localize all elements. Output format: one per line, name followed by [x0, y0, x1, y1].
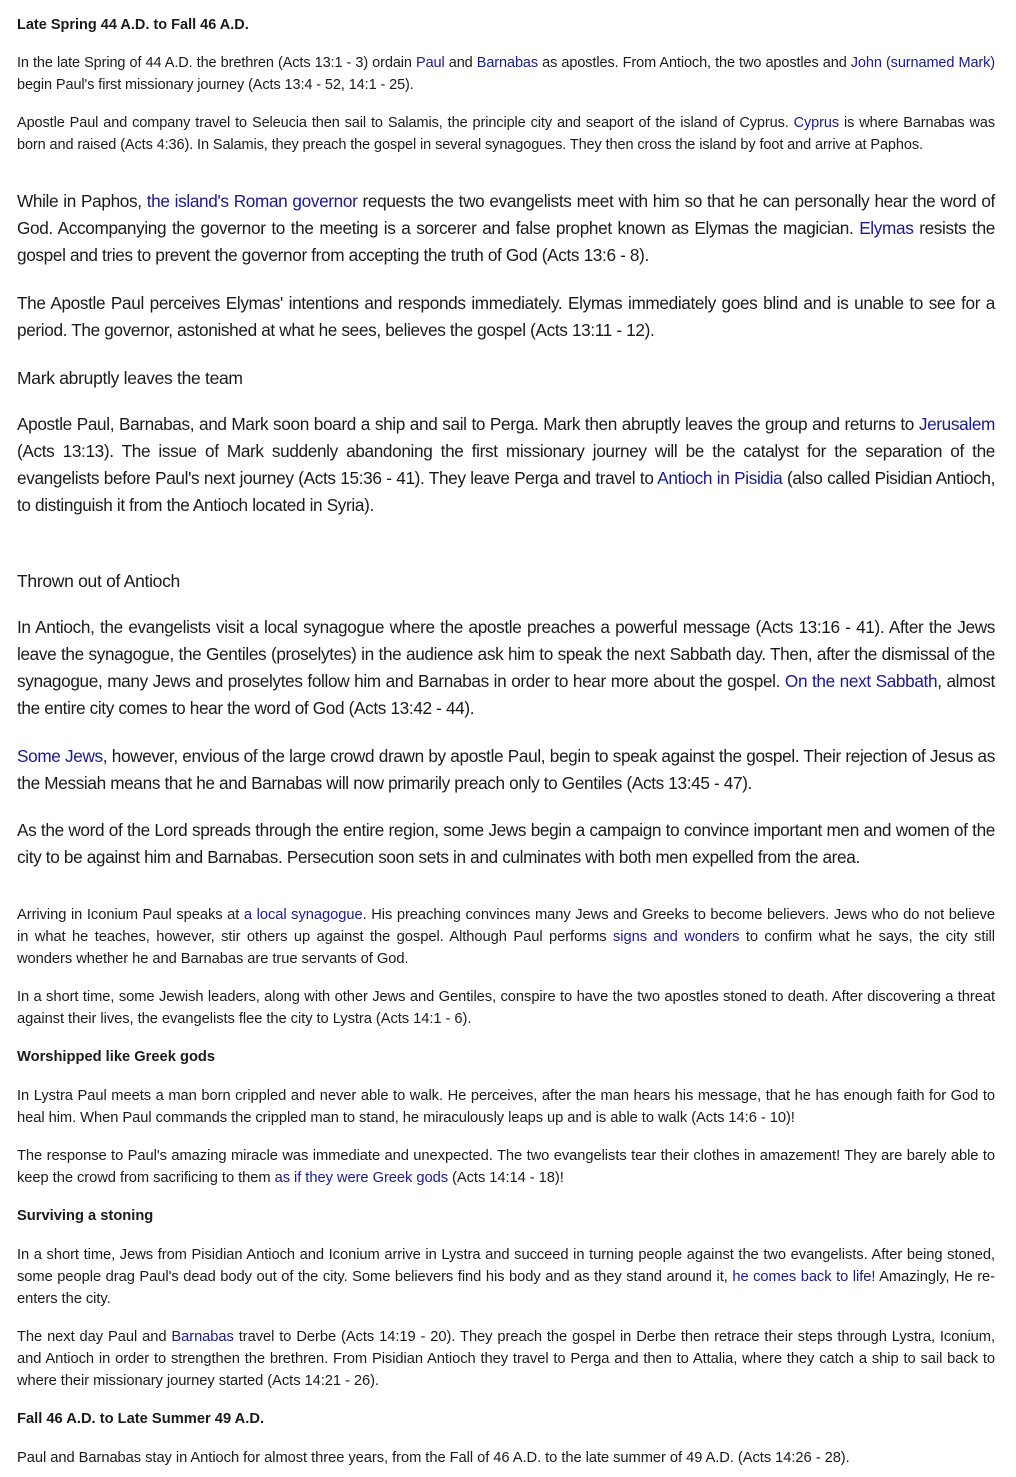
paragraph-paphos: While in Paphos, the island's Roman gove…	[17, 191, 996, 265]
section-heading-fall-46: Fall 46 A.D. to Late Summer 49 A.D.	[17, 1411, 265, 1427]
link-jerusalem[interactable]: Jerusalem	[919, 414, 995, 434]
paragraph-flee-lystra: In a short time, some Jewish leaders, al…	[17, 989, 995, 1027]
link-greek-gods[interactable]: as if they were Greek gods	[275, 1170, 448, 1186]
link-barnabas-derbe[interactable]: Barnabas	[171, 1329, 234, 1345]
paragraph-stoning: In a short time, Jews from Pisidian Anti…	[17, 1247, 995, 1307]
link-antioch-pisidia[interactable]: Antioch in Pisidia	[657, 468, 782, 488]
paragraph-persecution: As the word of the Lord spreads through …	[17, 820, 995, 867]
paragraph-antioch-stay: Paul and Barnabas stay in Antioch for al…	[17, 1450, 850, 1466]
link-roman-governor[interactable]: the island's Roman governor	[147, 191, 358, 211]
link-elymas[interactable]: Elymas	[859, 218, 914, 238]
paragraph-iconium: Arriving in Iconium Paul speaks at a loc…	[17, 907, 995, 967]
paragraph-cyprus: Apostle Paul and company travel to Seleu…	[17, 115, 995, 153]
section-heading-mark-leaves: Mark abruptly leaves the team	[17, 368, 243, 388]
link-paul[interactable]: Paul	[416, 55, 445, 71]
link-john-mark[interactable]: John (surnamed Mark)	[851, 55, 995, 71]
link-next-sabbath[interactable]: On the next Sabbath	[785, 671, 938, 691]
paragraph-antioch-synagogue: In Antioch, the evangelists visit a loca…	[17, 617, 995, 718]
paragraph-ordination: In the late Spring of 44 A.D. the brethr…	[17, 55, 996, 93]
link-local-synagogue[interactable]: a local synagogue	[244, 907, 363, 923]
link-signs-wonders[interactable]: signs and wonders	[613, 929, 739, 945]
section-heading-stoning: Surviving a stoning	[17, 1208, 154, 1224]
paragraph-response: The response to Paul's amazing miracle w…	[17, 1148, 995, 1186]
paragraph-derbe: The next day Paul and Barnabas travel to…	[17, 1329, 995, 1389]
link-barnabas[interactable]: Barnabas	[477, 55, 538, 71]
paragraph-elymas-blind: The Apostle Paul perceives Elymas' inten…	[17, 293, 995, 340]
paragraph-perga: Apostle Paul, Barnabas, and Mark soon bo…	[17, 414, 995, 515]
section-heading-greek-gods: Worshipped like Greek gods	[17, 1049, 216, 1065]
link-some-jews[interactable]: Some Jews	[17, 746, 103, 766]
section-heading-late-spring: Late Spring 44 A.D. to Fall 46 A.D.	[17, 17, 249, 33]
link-cyprus[interactable]: Cyprus	[794, 115, 839, 131]
link-back-to-life[interactable]: he comes back to life!	[732, 1269, 875, 1285]
paragraph-crippled-man: In Lystra Paul meets a man born crippled…	[17, 1088, 995, 1126]
paragraph-some-jews: Some Jews, however, envious of the large…	[17, 746, 996, 793]
section-heading-thrown-out: Thrown out of Antioch	[17, 571, 180, 591]
